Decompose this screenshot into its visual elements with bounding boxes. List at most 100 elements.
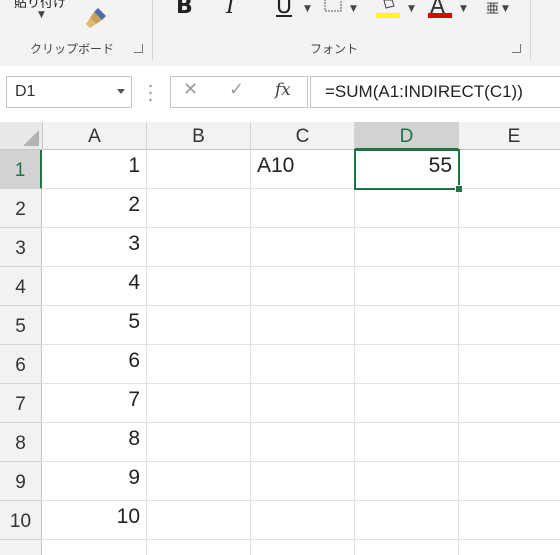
cell-b11[interactable] <box>147 540 251 555</box>
cell-a11[interactable] <box>43 540 147 555</box>
column-header-d[interactable]: D <box>355 122 459 150</box>
row-header-7[interactable]: 7 <box>0 384 42 423</box>
select-all-icon <box>23 130 39 146</box>
paste-dropdown-icon[interactable]: ▼ <box>38 10 45 20</box>
underline-dropdown-icon[interactable]: ▼ <box>304 4 311 14</box>
column-header-e[interactable]: E <box>459 122 560 150</box>
cell-e6[interactable] <box>459 345 560 384</box>
column-header-a[interactable]: A <box>43 122 147 150</box>
bold-button[interactable]: B <box>176 0 193 19</box>
format-painter-icon[interactable] <box>84 4 110 30</box>
cell-b9[interactable] <box>147 462 251 501</box>
phonetic-button[interactable]: 亜 <box>486 0 499 17</box>
row-header-4[interactable]: 4 <box>0 267 42 306</box>
cell-d7[interactable] <box>355 384 459 423</box>
cell-d4[interactable] <box>355 267 459 306</box>
ribbon-separator <box>152 0 153 60</box>
cell-a9[interactable]: 9 <box>43 462 147 501</box>
cell-c7[interactable] <box>251 384 355 423</box>
cell-e5[interactable] <box>459 306 560 345</box>
cell-c10[interactable] <box>251 501 355 540</box>
cell-d2[interactable] <box>355 189 459 228</box>
cell-b1[interactable] <box>147 150 251 189</box>
cell-d1[interactable]: 55 <box>355 150 459 189</box>
select-all-button[interactable] <box>0 122 43 150</box>
enter-icon[interactable]: ✓ <box>229 79 244 100</box>
cell-e8[interactable] <box>459 423 560 462</box>
fill-color-swatch <box>376 13 400 18</box>
cell-d6[interactable] <box>355 345 459 384</box>
cell-a8[interactable]: 8 <box>43 423 147 462</box>
cell-c5[interactable] <box>251 306 355 345</box>
fill-dropdown-icon[interactable]: ▼ <box>408 4 415 14</box>
cell-e1[interactable] <box>459 150 560 189</box>
row-header-5[interactable]: 5 <box>0 306 42 345</box>
phonetic-dropdown-icon[interactable]: ▼ <box>502 4 509 14</box>
cell-e2[interactable] <box>459 189 560 228</box>
row-header-10[interactable]: 10 <box>0 501 42 540</box>
cell-e9[interactable] <box>459 462 560 501</box>
row-header-9[interactable]: 9 <box>0 462 42 501</box>
cell-c2[interactable] <box>251 189 355 228</box>
cell-d10[interactable] <box>355 501 459 540</box>
cell-a10[interactable]: 10 <box>43 501 147 540</box>
clipboard-launcher-icon[interactable] <box>134 44 143 53</box>
cell-a7[interactable]: 7 <box>43 384 147 423</box>
cell-e10[interactable] <box>459 501 560 540</box>
cell-c9[interactable] <box>251 462 355 501</box>
font-launcher-icon[interactable] <box>512 44 521 53</box>
formula-text: =SUM(A1:INDIRECT(C1)) <box>325 82 523 101</box>
column-header-b[interactable]: B <box>147 122 251 150</box>
cell-b4[interactable] <box>147 267 251 306</box>
cell-b6[interactable] <box>147 345 251 384</box>
cell-d8[interactable] <box>355 423 459 462</box>
cell-c11[interactable] <box>251 540 355 555</box>
italic-button[interactable]: I <box>226 0 235 19</box>
cell-c6[interactable] <box>251 345 355 384</box>
cell-d3[interactable] <box>355 228 459 267</box>
fill-handle[interactable] <box>455 185 463 193</box>
row-header-3[interactable]: 3 <box>0 228 42 267</box>
fill-color-icon[interactable] <box>380 0 398 12</box>
cell-c1[interactable]: A10 <box>251 150 355 189</box>
vertical-dots-icon[interactable] <box>149 84 152 102</box>
cell-b2[interactable] <box>147 189 251 228</box>
cancel-icon[interactable]: ✕ <box>183 79 198 100</box>
row-header-8[interactable]: 8 <box>0 423 42 462</box>
name-box[interactable]: D1 <box>6 76 132 108</box>
cell-a5[interactable]: 5 <box>43 306 147 345</box>
column-header-c[interactable]: C <box>251 122 355 150</box>
cell-b10[interactable] <box>147 501 251 540</box>
cell-c8[interactable] <box>251 423 355 462</box>
border-icon[interactable] <box>324 0 342 12</box>
underline-button[interactable]: U <box>276 0 292 19</box>
cell-d5[interactable] <box>355 306 459 345</box>
font-color-dropdown-icon[interactable]: ▼ <box>460 4 467 14</box>
cell-b7[interactable] <box>147 384 251 423</box>
cell-a1[interactable]: 1 <box>43 150 147 189</box>
insert-function-button[interactable]: fx <box>275 80 291 100</box>
cell-a3[interactable]: 3 <box>43 228 147 267</box>
cell-b8[interactable] <box>147 423 251 462</box>
row-header-2[interactable]: 2 <box>0 189 42 228</box>
row-header-6[interactable]: 6 <box>0 345 42 384</box>
font-color-swatch <box>428 13 452 18</box>
row-header-11[interactable] <box>0 540 42 555</box>
border-dropdown-icon[interactable]: ▼ <box>350 4 357 14</box>
cell-b3[interactable] <box>147 228 251 267</box>
cell-a2[interactable]: 2 <box>43 189 147 228</box>
cell-e7[interactable] <box>459 384 560 423</box>
cell-d9[interactable] <box>355 462 459 501</box>
cell-e11[interactable] <box>459 540 560 555</box>
formula-input[interactable]: =SUM(A1:INDIRECT(C1)) <box>310 76 560 108</box>
name-box-dropdown-icon[interactable] <box>117 89 125 94</box>
cell-a4[interactable]: 4 <box>43 267 147 306</box>
cell-d11[interactable] <box>355 540 459 555</box>
cell-b5[interactable] <box>147 306 251 345</box>
cell-e3[interactable] <box>459 228 560 267</box>
cell-e4[interactable] <box>459 267 560 306</box>
cell-c4[interactable] <box>251 267 355 306</box>
row-header-1[interactable]: 1 <box>0 150 42 189</box>
cell-c3[interactable] <box>251 228 355 267</box>
cell-a6[interactable]: 6 <box>43 345 147 384</box>
